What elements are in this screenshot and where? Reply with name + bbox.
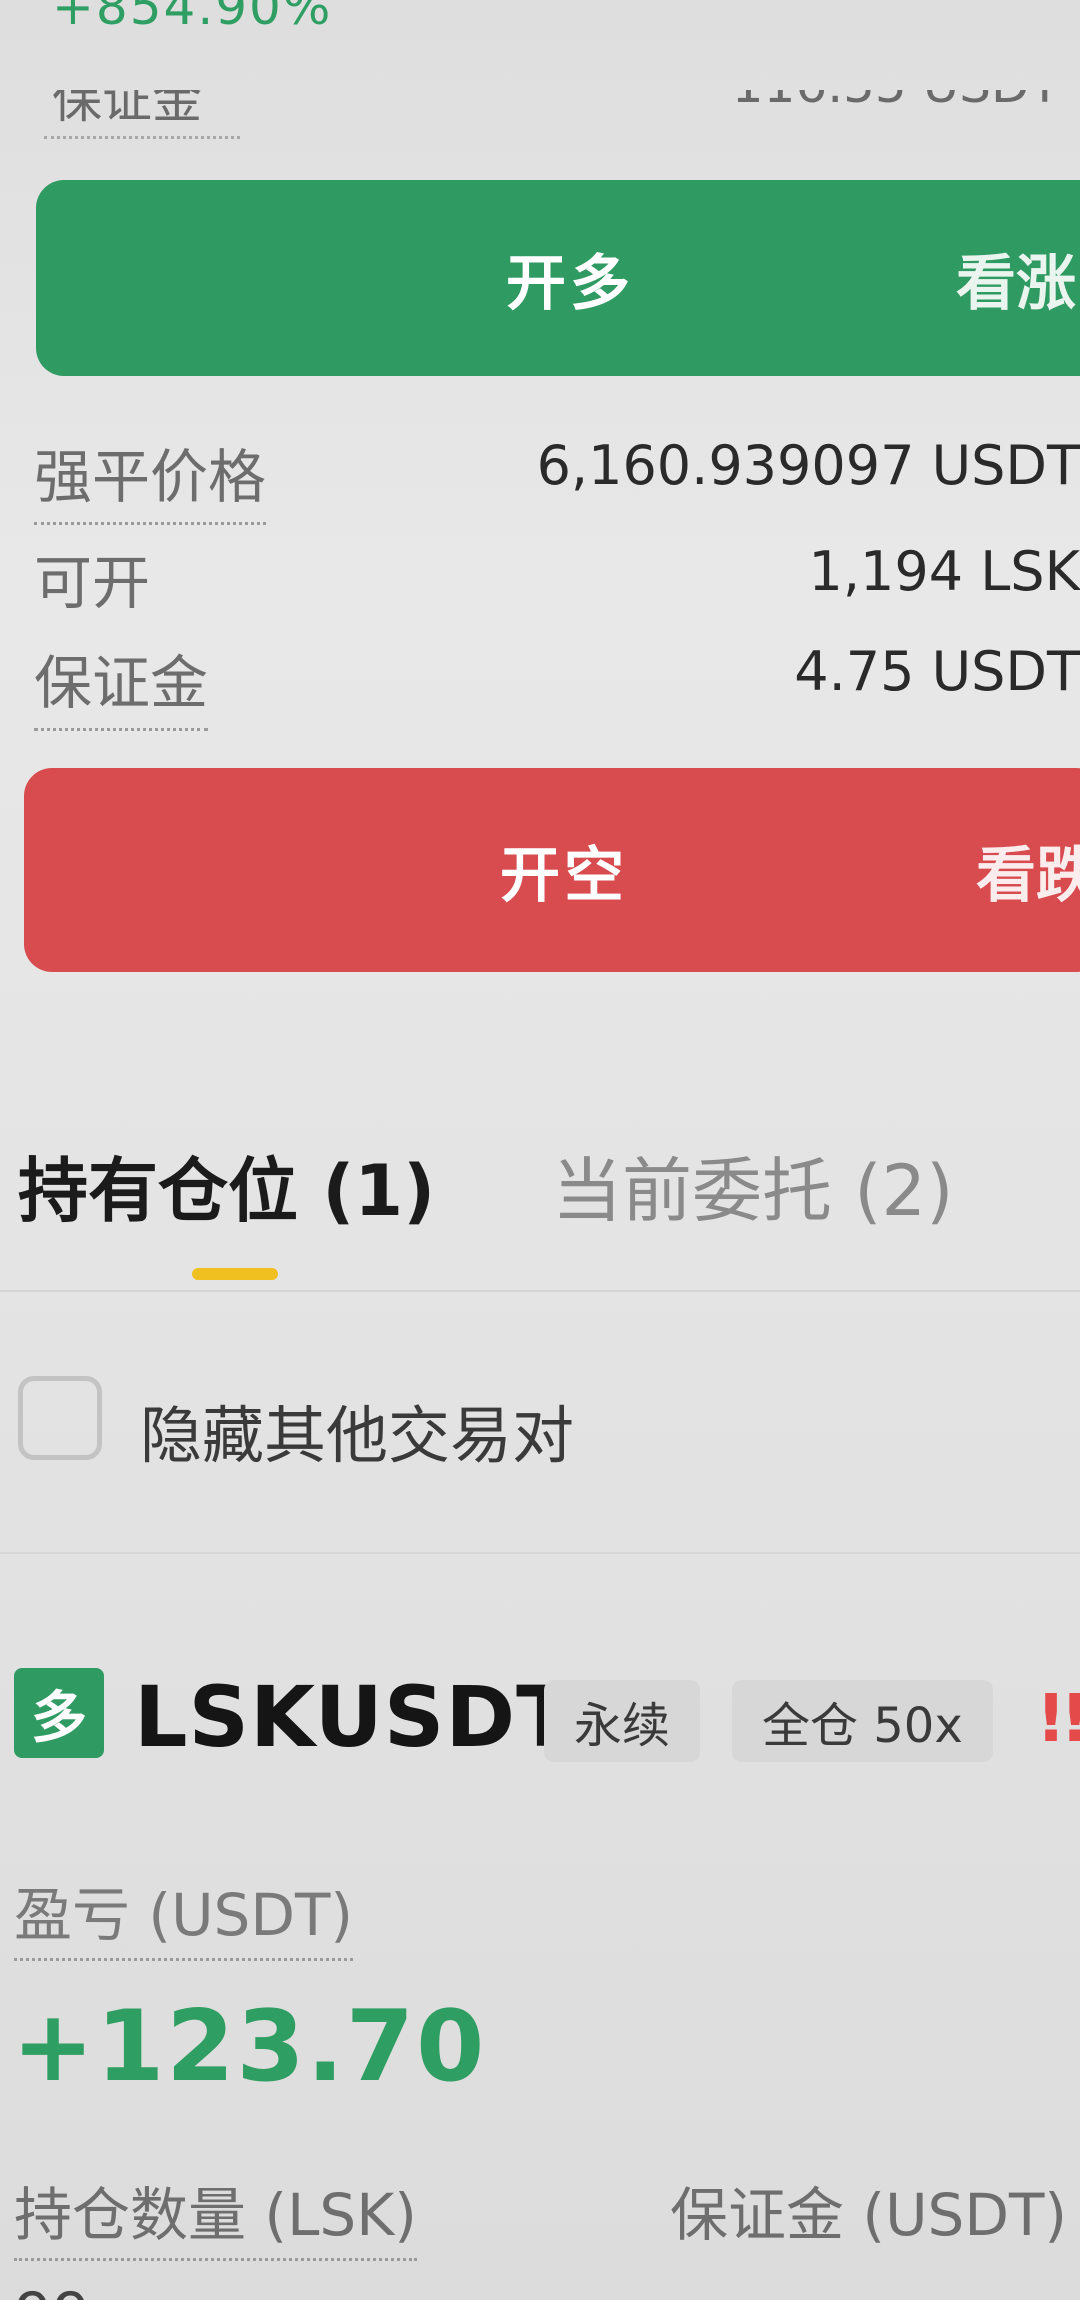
- position-quantity-partial: 99: [14, 2280, 90, 2300]
- position-symbol[interactable]: LSKUSDT: [134, 1668, 574, 1766]
- hide-other-pairs-label[interactable]: 隐藏其他交易对: [140, 1385, 574, 1475]
- tab-positions[interactable]: 持有仓位 (1): [18, 1135, 435, 1236]
- available-value: 1,194 LSK: [808, 540, 1080, 603]
- liquidation-price-label[interactable]: 强平价格: [34, 430, 267, 525]
- liquidation-price-row: 强平价格 6,160.939097 USDT: [30, 430, 1080, 525]
- open-short-label: 开空: [500, 840, 628, 911]
- position-quantity-label[interactable]: 持仓数量 (LSK): [14, 2168, 417, 2261]
- margin-label-partial: 保证金: [52, 90, 202, 126]
- available-label: 可开: [34, 549, 151, 617]
- hide-other-pairs-checkbox[interactable]: [18, 1376, 102, 1460]
- section-divider: [0, 1552, 1080, 1554]
- tab-divider: [0, 1290, 1080, 1292]
- margin-value-partial: 116.55 USDT: [732, 90, 1060, 120]
- tab-open-orders[interactable]: 当前委托 (2): [552, 1135, 953, 1236]
- open-long-label: 开多: [506, 248, 634, 319]
- margin-value: 4.75 USDT: [794, 640, 1080, 703]
- available-row: 可开 1,194 LSK: [30, 536, 1080, 617]
- pnl-label[interactable]: 盈亏 (USDT): [14, 1868, 354, 1961]
- futures-trade-page: +854.90% 保证金 116.55 USDT 开多 看涨 强平价格 6,16…: [0, 0, 1080, 2300]
- pnl-rate-partial: +854.90%: [52, 0, 333, 36]
- dotted-underline: [44, 136, 240, 139]
- cross-leverage-tag[interactable]: 全仓 50x: [732, 1680, 993, 1762]
- bearish-label: 看跌: [976, 840, 1080, 911]
- margin-label[interactable]: 保证金: [34, 636, 209, 731]
- long-direction-badge: 多: [14, 1668, 104, 1758]
- active-tab-indicator: [192, 1268, 278, 1280]
- position-margin-label[interactable]: 保证金 (USDT): [670, 2168, 1067, 2252]
- risk-alert-icon[interactable]: !!: [1036, 1680, 1080, 1757]
- bullish-label: 看涨: [956, 248, 1076, 319]
- pnl-value: +123.70: [12, 1990, 487, 2104]
- margin-row: 保证金 4.75 USDT: [30, 636, 1080, 731]
- liquidation-price-value: 6,160.939097 USDT: [536, 434, 1080, 497]
- perpetual-tag: 永续: [544, 1680, 701, 1762]
- open-short-button[interactable]: 开空 看跌: [24, 768, 1080, 972]
- open-long-button[interactable]: 开多 看涨: [36, 180, 1080, 376]
